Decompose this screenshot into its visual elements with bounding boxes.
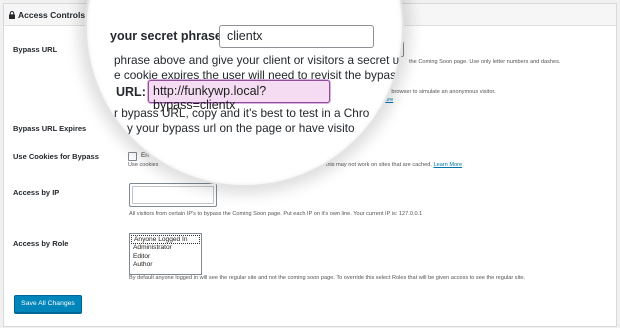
secret-phrase-label: your secret phrase: xyxy=(110,29,227,43)
lock-icon xyxy=(9,5,15,27)
bypass-url-field[interactable]: http://funkywp.local?bypass=clientx xyxy=(148,80,330,112)
use-cookies-note-left: Use cookies xyxy=(128,162,159,168)
role-option[interactable]: Author xyxy=(130,261,201,270)
bypass-url-note: parate browser to simulate an anonymous … xyxy=(374,89,496,95)
secret-phrase-input[interactable]: clientx xyxy=(219,25,374,48)
panel-title: Access Controls xyxy=(18,10,86,20)
secret-phrase-value: clientx xyxy=(227,29,263,43)
access-by-ip-note: All visitors from certain IP's to bypass… xyxy=(129,211,423,217)
access-by-role-select[interactable]: Anyone Logged In Administrator Editor Au… xyxy=(129,233,202,275)
bypass-description-line: phrase above and give your client or vis… xyxy=(114,53,404,67)
bypass-url-label: Bypass URL xyxy=(13,45,58,54)
role-option[interactable]: Administrator xyxy=(130,244,201,253)
bypass-url-expires-label: Bypass URL Expires xyxy=(13,124,87,133)
use-cookies-learn-more-link[interactable]: Learn More xyxy=(433,162,462,168)
textarea-inner-border xyxy=(132,186,214,204)
use-cookies-checkbox[interactable] xyxy=(128,152,137,161)
access-by-role-note: By default anyone logged in will see the… xyxy=(129,275,526,281)
access-by-ip-label: Access by IP xyxy=(13,188,60,197)
bypass-url-help-line: r bypass URL, copy and it's best to test… xyxy=(114,106,370,120)
role-option[interactable]: Anyone Logged In xyxy=(131,235,200,244)
use-cookies-note-right: ote: this may not work on sites that are… xyxy=(315,162,432,168)
bypass-url-help-line: y your bypass url on the page or have vi… xyxy=(127,121,355,135)
bypass-url-field-label: URL: xyxy=(116,85,146,99)
save-all-changes-button[interactable]: Save All Changes xyxy=(14,295,82,313)
use-cookies-label: Use Cookies for Bypass xyxy=(13,152,99,161)
role-option[interactable]: Editor xyxy=(130,253,201,262)
bypass-phrase-note: the Coming Soon page. Use only letter nu… xyxy=(409,59,561,65)
access-by-ip-textarea[interactable] xyxy=(129,183,217,207)
access-by-role-label: Access by Role xyxy=(13,239,69,248)
